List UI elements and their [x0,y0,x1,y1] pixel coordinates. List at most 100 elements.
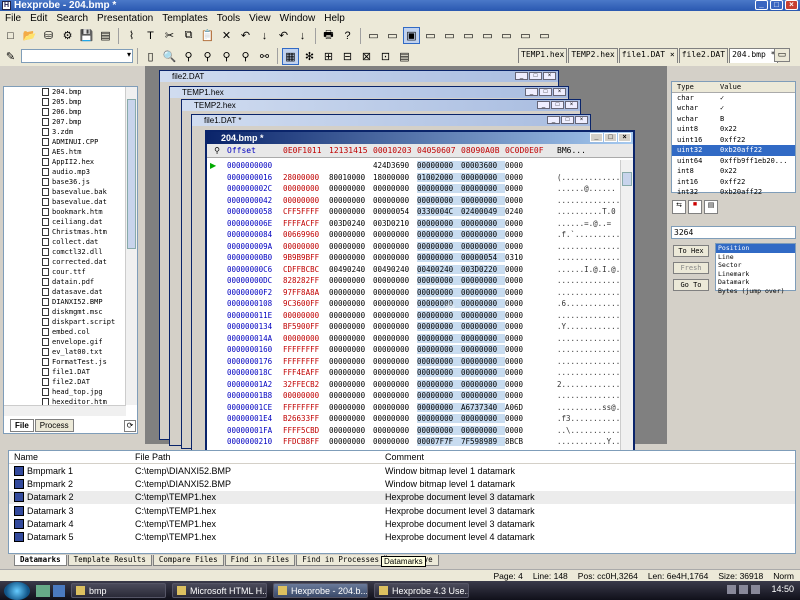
new-file-icon[interactable]: □ [2,27,19,44]
hex-cell[interactable]: 9C3600FF [283,299,329,308]
hex-cell[interactable]: 00000000 [461,287,505,297]
ascii-cell[interactable]: .............. [549,288,620,297]
ascii-cell[interactable]: .............. [549,276,620,285]
table-row[interactable]: Datamark 3 C:\temp\TEMP1.hex Hexprobe docu… [9,504,795,517]
tab-process[interactable]: Process [34,419,74,432]
ascii-cell[interactable]: .............. [549,242,620,251]
menu-search[interactable]: Search [53,13,94,24]
minimize-button[interactable]: _ [755,0,768,10]
bottom-tab[interactable]: Compare Files [152,555,224,566]
hex-cell[interactable]: 0000 [505,173,549,182]
ascii-cell[interactable]: .f3........... [549,414,620,423]
hex-cell[interactable]: 00000000 [373,380,417,389]
hex-cell[interactable]: 0000 [505,357,549,366]
layout-1-icon[interactable]: ▭ [365,27,382,44]
hex-row[interactable]: 0000000042 00000000 00000000 00000000 000000… [207,195,621,207]
hex-cell[interactable]: 80010000 [329,173,373,182]
hex-cell[interactable]: 00000000 [373,276,417,285]
bookmark-add-icon[interactable]: ⊟ [339,48,356,65]
hex-cell[interactable]: 00000000 [329,345,373,354]
hex-cell[interactable]: 00000000 [329,357,373,366]
ascii-cell[interactable]: ..........T.0 [549,207,616,216]
quicklaunch-icon[interactable] [53,584,65,597]
hex-cell[interactable]: 02400049 [461,207,505,217]
ascii-cell[interactable]: .............. [549,357,620,366]
hex-cell[interactable]: 00000000 [329,184,373,193]
ascii-cell[interactable]: .Y............ [549,322,620,331]
hex-cell[interactable]: 00000000 [417,253,461,263]
hex-row[interactable]: 0000000000 424D3690 00000000 00003600 0000 [207,160,621,172]
hex-cell[interactable]: 00000000 [329,242,373,251]
byte-order-icon[interactable]: ⇆ [672,200,686,214]
hex-cell[interactable]: CDFFBCBC [283,265,329,274]
hex-cell[interactable]: 00000000 [329,368,373,377]
hex-row[interactable]: 0000000134 BF5900FF 00000000 00000000 000000… [207,321,621,333]
inspector-row[interactable]: wchar B [672,114,795,125]
table-icon[interactable]: ▤ [396,48,413,65]
help-icon[interactable]: ? [339,27,356,44]
hex-cell[interactable]: 0000 [505,391,549,400]
ascii-cell[interactable]: ...........Y.. [549,437,620,446]
hex-cell[interactable]: 00000000 [283,196,329,205]
open-folder-icon[interactable]: 📂 [21,27,38,44]
hex-cell[interactable]: 0000 [505,161,549,170]
refresh-icon[interactable]: ⟳ [124,420,136,432]
redo-icon[interactable]: ↓ [256,27,273,44]
ascii-cell[interactable]: ......=.@..= [549,219,615,228]
hex-cell[interactable]: 00000000 [417,276,461,286]
decimal-icon[interactable]: ■ [688,200,702,214]
hex-cell[interactable]: 00000000 [329,403,373,412]
ascii-cell[interactable]: .............. [549,196,620,205]
hex-row[interactable]: 000000014A 00000000 00000000 00000000 000000… [207,333,621,345]
hex-cell[interactable]: 0000 [505,368,549,377]
hex-cell[interactable]: 00000000 [461,379,505,389]
hex-cell[interactable]: 00000000 [329,380,373,389]
ascii-cell[interactable]: .............. [549,334,620,343]
hex-cell[interactable]: 0000 [505,288,549,297]
hex-cell[interactable]: 0000 [505,276,549,285]
hex-cell[interactable]: 00000000 [461,230,505,240]
hex-cell[interactable]: 00000000 [461,356,505,366]
hex-cell[interactable]: 0000 [505,265,549,274]
hex-row[interactable]: 000000018C FFF4EAFF 00000000 00000000 000000… [207,367,621,379]
hex-cell[interactable]: 003D0210 [373,219,417,228]
layout-8-icon[interactable]: ▭ [498,27,515,44]
hex-cell[interactable]: 00007F7F [417,437,461,447]
list-item[interactable]: envelope.gif [4,337,126,347]
find-prev-icon[interactable]: ⚲ [199,48,216,65]
taskbar-button[interactable]: Microsoft HTML H... [172,583,267,598]
ascii-cell[interactable]: .............. [549,391,620,400]
hex-cell[interactable]: 00000000 [373,242,417,251]
hex-cell[interactable]: 00000000 [461,218,505,228]
hex-cell[interactable]: 00000000 [417,345,461,355]
tab-file[interactable]: File [10,419,34,432]
hex-cell[interactable]: 00000000 [417,414,461,424]
hex-row[interactable]: 0000000160 FFFFFFFF 00000000 00000000 000000… [207,344,621,356]
hex-cell[interactable]: 00000000 [373,184,417,193]
hex-cell[interactable]: 00000000 [461,368,505,378]
hex-cell[interactable]: 00000000 [373,230,417,239]
ascii-cell[interactable]: .6............ [549,299,620,308]
list-item[interactable]: corrected.dat [4,257,126,267]
list-item[interactable]: ceiliang.dat [4,217,126,227]
menu-presentation[interactable]: Presentation [94,13,159,24]
list-item[interactable]: diskmgmt.msc [4,307,126,317]
hex-cell[interactable]: 18000000 [373,173,417,182]
hex-cell[interactable]: 00400240 [417,264,461,274]
list-item[interactable]: cour.ttf [4,267,126,277]
bottom-tab[interactable]: Find in Files [224,555,296,566]
hex-vscroll[interactable] [620,160,633,490]
hex-cell[interactable]: 0310 [505,253,549,262]
list-item[interactable]: file2.DAT [4,377,126,387]
hex-cell[interactable]: 00000000 [329,311,373,320]
layout-6-icon[interactable]: ▭ [460,27,477,44]
hex-cell[interactable]: FFFF5CBD [283,426,329,435]
hex-cell[interactable]: 00490240 [329,265,373,274]
hex-cell[interactable]: 00000000 [461,172,505,182]
hex-cell[interactable]: 00000000 [461,195,505,205]
goto-mode-item[interactable]: Datamark [716,278,795,287]
find-icon[interactable]: 🔍 [161,48,178,65]
hex-cell[interactable]: 0000 [505,380,549,389]
hex-cell[interactable]: 00000000 [329,276,373,285]
hex-cell[interactable]: 8BCB [505,437,549,446]
